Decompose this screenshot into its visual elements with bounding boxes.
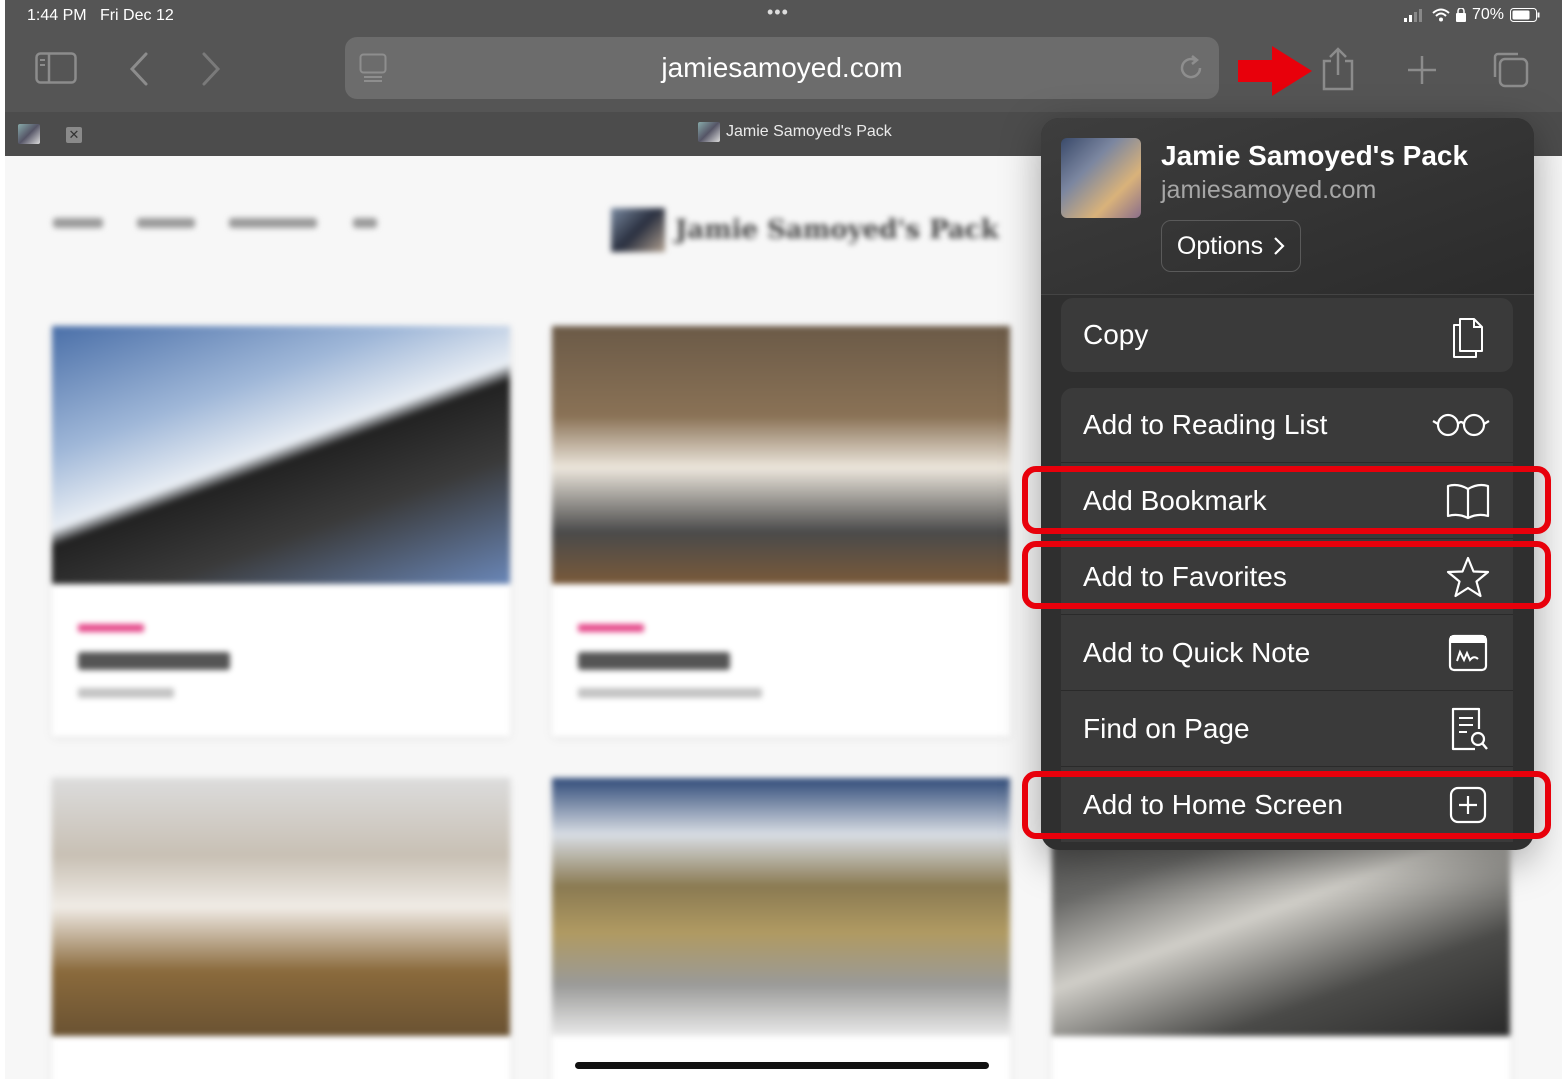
reading-list-label: Add to Reading List [1083,409,1328,440]
add-to-reading-list-button[interactable]: Add to Reading List [1061,388,1513,462]
pinned-tab-favicon[interactable] [18,124,40,144]
site-logo[interactable]: Jamie Samoyed's Pack [611,208,999,252]
post-card[interactable] [552,326,1010,736]
post-card[interactable] [52,778,510,1079]
find-on-page-label: Find on Page [1083,712,1250,744]
red-arrow-annotation [1238,46,1312,96]
nav-link-2[interactable] [137,218,195,228]
book-icon [1445,478,1491,524]
wifi-icon [1432,8,1450,22]
status-bar: 1:44 PM Fri Dec 12 ••• 70% [5,0,1562,32]
url-text[interactable]: jamiesamoyed.com [345,52,1219,84]
status-time: 1:44 PM Fri Dec 12 [27,7,174,25]
quick-note-icon [1445,630,1491,676]
copy-label: Copy [1083,319,1149,350]
home-indicator[interactable] [575,1062,989,1069]
post-date [78,688,174,698]
battery-icon [1510,8,1540,22]
nav-link-1[interactable] [53,218,103,228]
lock-rotation-icon [1455,8,1466,22]
copy-button[interactable]: Copy [1061,298,1513,372]
post-card[interactable] [552,778,1010,1079]
nav-more[interactable] [353,218,377,228]
signal-icon [1403,9,1422,22]
add-to-favorites-button[interactable]: Add to Favorites [1061,538,1513,614]
post-image [552,778,1010,1036]
share-domain: jamiesamoyed.com [1161,176,1377,204]
header-separator [1041,294,1534,295]
share-icon[interactable] [1318,44,1358,94]
favorites-label: Add to Favorites [1083,560,1287,592]
tab-overview-icon[interactable] [1488,48,1532,90]
post-image [52,326,510,584]
find-on-page-icon [1445,706,1491,752]
sidebar-icon[interactable] [34,50,78,86]
back-icon[interactable] [124,50,154,88]
close-tab-icon[interactable]: ✕ [66,127,82,143]
site-logo-text: Jamie Samoyed's Pack [675,215,999,245]
glasses-icon [1431,402,1491,448]
share-title: Jamie Samoyed's Pack [1161,140,1469,171]
find-on-page-button[interactable]: Find on Page [1061,690,1513,766]
tab-active[interactable]: Jamie Samoyed's Pack [698,122,892,142]
new-tab-icon[interactable] [1402,50,1442,90]
post-card[interactable] [52,326,510,736]
nav-link-3[interactable] [229,218,317,228]
post-title [78,652,230,670]
post-category [78,624,144,632]
multitasking-dots[interactable]: ••• [767,2,789,23]
add-square-icon [1445,782,1491,828]
post-title [578,652,730,670]
add-to-home-screen-button[interactable]: Add to Home Screen [1061,766,1513,842]
reload-icon[interactable] [1177,54,1205,82]
tab-title: Jamie Samoyed's Pack [726,123,892,140]
share-sheet: Jamie Samoyed's Pack jamiesamoyed.com Op… [1041,118,1534,850]
post-date [578,688,762,698]
star-icon [1445,554,1491,600]
forward-icon[interactable] [196,50,226,88]
time-text: 1:44 PM [27,7,87,24]
add-bookmark-button[interactable]: Add Bookmark [1061,462,1513,538]
date-text: Fri Dec 12 [99,7,174,24]
add-to-quick-note-button[interactable]: Add to Quick Note [1061,614,1513,690]
quick-note-label: Add to Quick Note [1083,636,1311,668]
options-label: Options [1176,231,1264,260]
tab-favicon [698,122,720,142]
address-bar[interactable]: jamiesamoyed.com [345,37,1219,99]
status-right: 70% [1403,6,1540,24]
battery-percent: 70% [1471,6,1504,23]
site-thumbnail [1061,138,1141,218]
home-screen-label: Add to Home Screen [1083,788,1343,820]
bookmark-label: Add Bookmark [1083,484,1267,516]
post-image [552,326,1010,584]
options-button[interactable]: Options [1161,220,1301,272]
post-category [578,624,644,632]
post-image [52,778,510,1036]
site-logo-image [611,208,665,252]
copy-icon [1445,312,1491,358]
chevron-right-icon [1274,237,1285,255]
